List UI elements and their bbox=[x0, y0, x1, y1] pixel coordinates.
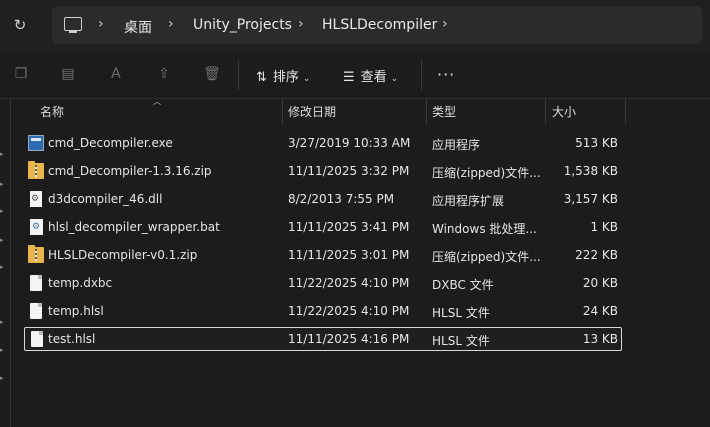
file-type: HLSL 文件 bbox=[432, 306, 490, 320]
share-icon[interactable]: ⇪ bbox=[155, 65, 173, 83]
column-header-type[interactable]: 类型 bbox=[432, 103, 456, 120]
file-name: cmd_Decompiler-1.3.16.zip bbox=[48, 164, 212, 178]
expand-arrow-icon[interactable]: ▸ bbox=[0, 180, 6, 188]
navigation-pane-edge[interactable] bbox=[10, 98, 11, 427]
file-type: DXBC 文件 bbox=[432, 278, 494, 292]
file-modified: 11/22/2025 4:10 PM bbox=[288, 304, 410, 318]
command-bar: ❐ ▤ Ａ ⇪ 🗑 ⇅ 排序 ⌄ ☰ 查看 ⌄ ··· bbox=[0, 52, 710, 99]
expand-arrow-icon[interactable]: ▸ bbox=[0, 150, 6, 158]
column-header-size[interactable]: 大小 bbox=[552, 103, 576, 120]
file-modified: 11/11/2025 3:41 PM bbox=[288, 220, 410, 234]
zip-folder-icon bbox=[28, 161, 44, 179]
chevron-right-icon[interactable]: › bbox=[442, 16, 448, 32]
breadcrumb-desktop[interactable]: 桌面 bbox=[124, 17, 152, 37]
sort-button[interactable]: ⇅ 排序 ⌄ bbox=[256, 66, 310, 85]
file-row[interactable]: cmd_Decompiler.exe 3/27/2019 10:33 AM 应用… bbox=[24, 131, 622, 155]
file-type: 压缩(zipped)文件... bbox=[432, 166, 541, 180]
file-type: 应用程序 bbox=[432, 138, 481, 152]
expand-arrow-icon[interactable]: ▸ bbox=[0, 236, 6, 244]
view-button[interactable]: ☰ 查看 ⌄ bbox=[343, 66, 398, 85]
column-header-modified[interactable]: 修改日期 bbox=[288, 103, 336, 120]
expand-arrow-icon[interactable]: ▸ bbox=[0, 318, 6, 326]
file-name: test.hlsl bbox=[48, 332, 96, 346]
column-divider[interactable] bbox=[426, 98, 427, 124]
file-size: 1 KB bbox=[590, 220, 618, 234]
file-size: 13 KB bbox=[582, 332, 618, 346]
column-divider[interactable] bbox=[282, 98, 283, 124]
chevron-down-icon: ⌄ bbox=[390, 74, 399, 84]
application-icon bbox=[28, 135, 44, 151]
document-icon bbox=[31, 331, 43, 347]
file-size: 513 KB bbox=[575, 136, 618, 150]
file-name: hlsl_decompiler_wrapper.bat bbox=[48, 220, 220, 234]
file-row[interactable]: HLSLDecompiler-v0.1.zip 11/11/2025 3:01 … bbox=[24, 243, 622, 267]
zip-folder-icon bbox=[28, 245, 44, 263]
expand-arrow-icon[interactable]: ▸ bbox=[0, 207, 6, 215]
toolbar-divider bbox=[238, 60, 239, 90]
file-row[interactable]: temp.hlsl 11/22/2025 4:10 PM HLSL 文件 24 … bbox=[24, 299, 622, 323]
breadcrumb-unity-projects[interactable]: Unity_Projects bbox=[193, 17, 292, 33]
chevron-down-icon: ⌄ bbox=[302, 74, 311, 84]
column-header-row: ︿ 名称 修改日期 类型 大小 bbox=[0, 97, 710, 124]
breadcrumb-hlsldecompiler[interactable]: HLSLDecompiler bbox=[322, 17, 437, 33]
file-modified: 11/11/2025 3:01 PM bbox=[288, 248, 410, 262]
file-name: temp.hlsl bbox=[48, 304, 104, 318]
view-icon: ☰ bbox=[343, 70, 355, 85]
dll-file-icon bbox=[30, 191, 42, 207]
copy-icon[interactable]: ❐ bbox=[12, 65, 30, 83]
file-size: 20 KB bbox=[582, 276, 618, 290]
file-type: HLSL 文件 bbox=[432, 334, 490, 348]
address-row: ↻ › 桌面 › Unity_Projects › HLSLDecompiler… bbox=[0, 0, 710, 52]
file-name: temp.dxbc bbox=[48, 276, 113, 290]
file-type: 应用程序扩展 bbox=[432, 194, 505, 208]
column-divider[interactable] bbox=[625, 98, 626, 124]
file-row[interactable]: temp.dxbc 11/22/2025 4:10 PM DXBC 文件 20 … bbox=[24, 271, 622, 295]
toolbar-divider bbox=[421, 60, 422, 90]
file-row[interactable]: hlsl_decompiler_wrapper.bat 11/11/2025 3… bbox=[24, 215, 622, 239]
file-modified: 11/11/2025 3:32 PM bbox=[288, 164, 410, 178]
file-modified: 11/22/2025 4:10 PM bbox=[288, 276, 410, 290]
chevron-right-icon[interactable]: › bbox=[98, 16, 104, 32]
more-options-icon[interactable]: ··· bbox=[437, 65, 455, 84]
file-row-selected[interactable]: test.hlsl 11/11/2025 4:16 PM HLSL 文件 13 … bbox=[24, 327, 622, 351]
file-name: HLSLDecompiler-v0.1.zip bbox=[48, 248, 198, 262]
chevron-right-icon[interactable]: › bbox=[298, 16, 304, 32]
delete-icon[interactable]: 🗑 bbox=[203, 65, 221, 83]
address-bar[interactable]: › 桌面 › Unity_Projects › HLSLDecompiler › bbox=[52, 6, 702, 44]
refresh-icon[interactable]: ↻ bbox=[10, 15, 30, 35]
file-modified: 11/11/2025 4:16 PM bbox=[288, 332, 410, 346]
expand-arrow-icon[interactable]: ▸ bbox=[0, 263, 6, 271]
file-size: 1,538 KB bbox=[563, 164, 618, 178]
sort-ascending-icon: ︿ bbox=[153, 97, 161, 106]
file-type: Windows 批处理... bbox=[432, 222, 537, 236]
file-type: 压缩(zipped)文件... bbox=[432, 250, 541, 264]
file-size: 24 KB bbox=[582, 304, 618, 318]
file-size: 222 KB bbox=[575, 248, 618, 262]
column-divider[interactable] bbox=[545, 98, 546, 124]
computer-icon[interactable] bbox=[64, 17, 82, 33]
file-modified: 3/27/2019 10:33 AM bbox=[288, 136, 411, 150]
file-row[interactable]: d3dcompiler_46.dll 8/2/2013 7:55 PM 应用程序… bbox=[24, 187, 622, 211]
document-icon bbox=[30, 275, 42, 291]
file-name: cmd_Decompiler.exe bbox=[48, 136, 173, 150]
sort-label: 排序 bbox=[272, 70, 299, 85]
file-size: 3,157 KB bbox=[563, 192, 618, 206]
view-label: 查看 bbox=[360, 70, 387, 85]
batch-file-icon bbox=[30, 219, 43, 235]
file-modified: 8/2/2013 7:55 PM bbox=[288, 192, 395, 206]
chevron-right-icon[interactable]: › bbox=[168, 16, 174, 32]
expand-arrow-icon[interactable]: ▸ bbox=[0, 346, 6, 354]
rename-icon[interactable]: Ａ bbox=[107, 65, 125, 83]
document-icon bbox=[30, 303, 42, 319]
expand-arrow-icon[interactable]: ▸ bbox=[0, 374, 6, 382]
sort-icon: ⇅ bbox=[256, 70, 267, 85]
paste-icon[interactable]: ▤ bbox=[59, 65, 77, 83]
file-row[interactable]: cmd_Decompiler-1.3.16.zip 11/11/2025 3:3… bbox=[24, 159, 622, 183]
column-header-name[interactable]: 名称 bbox=[40, 103, 64, 120]
file-name: d3dcompiler_46.dll bbox=[48, 192, 163, 206]
